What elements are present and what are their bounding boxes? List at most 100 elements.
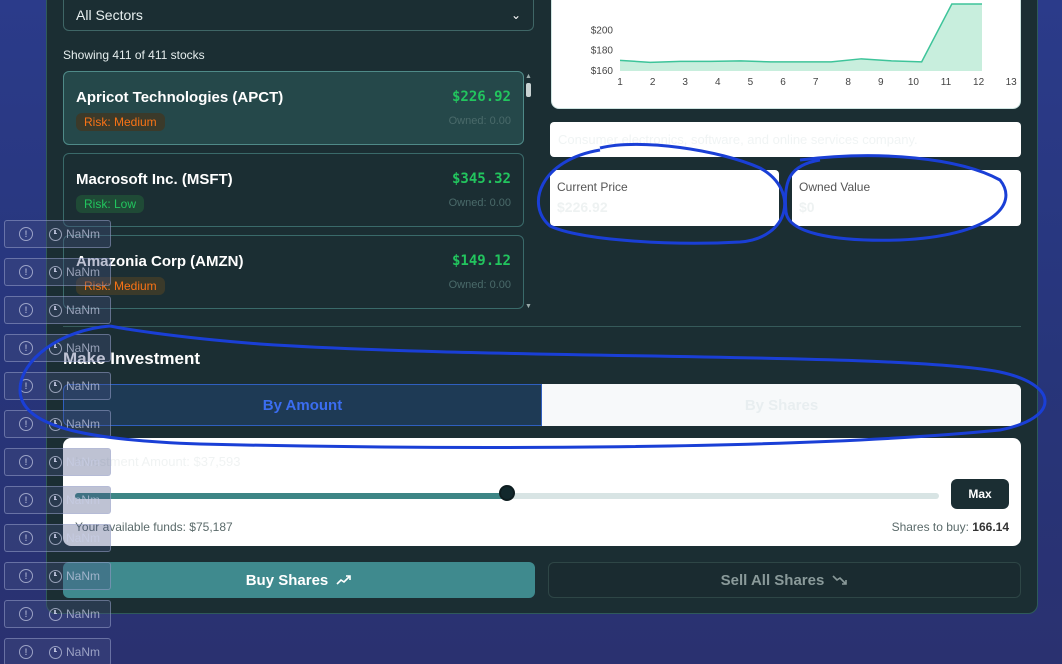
clock-icon (49, 645, 62, 659)
debug-row: ! NaNm (4, 334, 111, 362)
risk-badge: Risk: Low (76, 195, 145, 213)
x-tick-label: 6 (780, 77, 786, 88)
clock-icon (49, 607, 62, 621)
warning-icon: ! (19, 493, 33, 507)
clock-icon (49, 455, 62, 469)
debug-row: ! NaNm (4, 600, 111, 628)
debug-label: NaNm (66, 417, 101, 431)
x-tick-label: 10 (908, 77, 920, 88)
slider-thumb[interactable] (499, 485, 515, 501)
x-tick-label: 4 (715, 77, 721, 88)
investment-amount-card: Investment Amount: $37,593 Max Your avai… (63, 438, 1021, 546)
x-tick-label: 13 (1006, 77, 1018, 88)
warning-icon: ! (19, 417, 33, 431)
buy-shares-label: Buy Shares (245, 571, 329, 589)
chevron-down-icon: ⌄ (510, 8, 521, 22)
debug-label: NaNm (66, 569, 101, 583)
debug-row: ! NaNm (4, 448, 111, 476)
owned-value-card: Owned Value $0 (792, 170, 1021, 226)
debug-row: ! NaNm (4, 296, 111, 324)
sell-all-shares-label: Sell All Shares (720, 571, 825, 589)
x-tick-label: 8 (845, 77, 851, 88)
sell-all-shares-button[interactable]: Sell All Shares (548, 562, 1021, 598)
owned-text: Owned: 0.00 (448, 279, 511, 291)
debug-row: ! NaNm (4, 410, 111, 438)
clock-icon (49, 341, 62, 355)
debug-label: NaNm (66, 455, 101, 469)
owned-value-value: $0 (799, 199, 815, 215)
stock-card-amzn[interactable]: Amazonia Corp (AMZN) $149.12 Risk: Mediu… (63, 235, 524, 309)
clock-icon (49, 569, 62, 583)
debug-row: ! NaNm (4, 638, 111, 664)
debug-label: NaNm (66, 493, 101, 507)
scroll-thumb[interactable] (526, 83, 531, 97)
scroll-down-icon[interactable]: ▼ (525, 303, 532, 310)
y-tick-label: $180 (591, 46, 614, 57)
clock-icon (49, 227, 62, 241)
trending-up-icon (336, 575, 352, 585)
stock-price: $226.92 (451, 89, 511, 105)
clock-icon (49, 265, 62, 279)
debug-label: NaNm (66, 645, 101, 659)
warning-icon: ! (19, 645, 33, 659)
price-chart: $200$180$1601 2 3 4 5 6 7 8 9 10 11 12 13 (591, 3, 1018, 88)
sector-select-value: All Sectors (76, 7, 143, 23)
current-price-card: Current Price $226.92 (550, 170, 779, 226)
tab-by-amount[interactable]: By Amount (63, 384, 542, 426)
x-tick-label: 12 (973, 77, 985, 88)
owned-text: Owned: 0.00 (448, 115, 511, 127)
debug-row: ! NaNm (4, 372, 111, 400)
current-price-value: $226.92 (557, 199, 608, 215)
stock-card-msft[interactable]: Macrosoft Inc. (MSFT) $345.32 Risk: Low … (63, 153, 524, 227)
warning-icon: ! (19, 341, 33, 355)
debug-label: NaNm (66, 265, 101, 279)
warning-icon: ! (19, 455, 33, 469)
stock-description: Consumer electronics, software, and onli… (550, 122, 1021, 157)
debug-row: ! NaNm (4, 562, 111, 590)
debug-row: ! NaNm (4, 524, 111, 552)
current-price-label: Current Price (557, 180, 628, 194)
x-tick-label: 9 (878, 77, 884, 88)
warning-icon: ! (19, 265, 33, 279)
y-tick-label: $160 (591, 66, 614, 77)
warning-icon: ! (19, 227, 33, 241)
x-tick-label: 2 (650, 77, 656, 88)
debug-label: NaNm (66, 531, 101, 545)
stock-name: Apricot Technologies (APCT) (76, 89, 284, 106)
warning-icon: ! (19, 379, 33, 393)
shares-to-buy-label: Shares to buy: (891, 520, 969, 534)
sector-select[interactable]: All Sectors ⌄ (63, 0, 534, 31)
scroll-up-icon[interactable]: ▲ (525, 73, 532, 80)
shares-to-buy-value: 166.14 (972, 520, 1009, 534)
buy-shares-button[interactable]: Buy Shares (63, 562, 535, 598)
warning-icon: ! (19, 531, 33, 545)
debug-label: NaNm (66, 607, 101, 621)
stock-list-scrollbar[interactable]: ▲ ▼ (524, 73, 533, 310)
stock-price: $345.32 (451, 171, 511, 187)
stock-name: Macrosoft Inc. (MSFT) (76, 171, 233, 188)
clock-icon (49, 531, 62, 545)
debug-row: ! NaNm (4, 220, 111, 248)
max-button[interactable]: Max (951, 479, 1009, 509)
debug-label: NaNm (66, 303, 101, 317)
warning-icon: ! (19, 569, 33, 583)
debug-row: ! NaNm (4, 258, 111, 286)
owned-value-label: Owned Value (799, 180, 871, 194)
warning-icon: ! (19, 303, 33, 317)
clock-icon (49, 303, 62, 317)
stock-card-apct[interactable]: Apricot Technologies (APCT) $226.92 Risk… (63, 71, 524, 145)
stock-price: $149.12 (451, 253, 511, 269)
section-divider (63, 326, 1021, 327)
x-tick-label: 7 (813, 77, 819, 88)
debug-label: NaNm (66, 379, 101, 393)
debug-label: NaNm (66, 341, 101, 355)
x-tick-label: 5 (748, 77, 754, 88)
debug-label: NaNm (66, 227, 101, 241)
stock-list: Apricot Technologies (APCT) $226.92 Risk… (63, 71, 533, 311)
clock-icon (49, 493, 62, 507)
x-tick-label: 11 (941, 77, 952, 88)
debug-row: ! NaNm (4, 486, 111, 514)
tab-by-shares[interactable]: By Shares (541, 384, 1021, 426)
x-tick-label: 1 (617, 77, 623, 88)
x-tick-label: 3 (682, 77, 688, 88)
